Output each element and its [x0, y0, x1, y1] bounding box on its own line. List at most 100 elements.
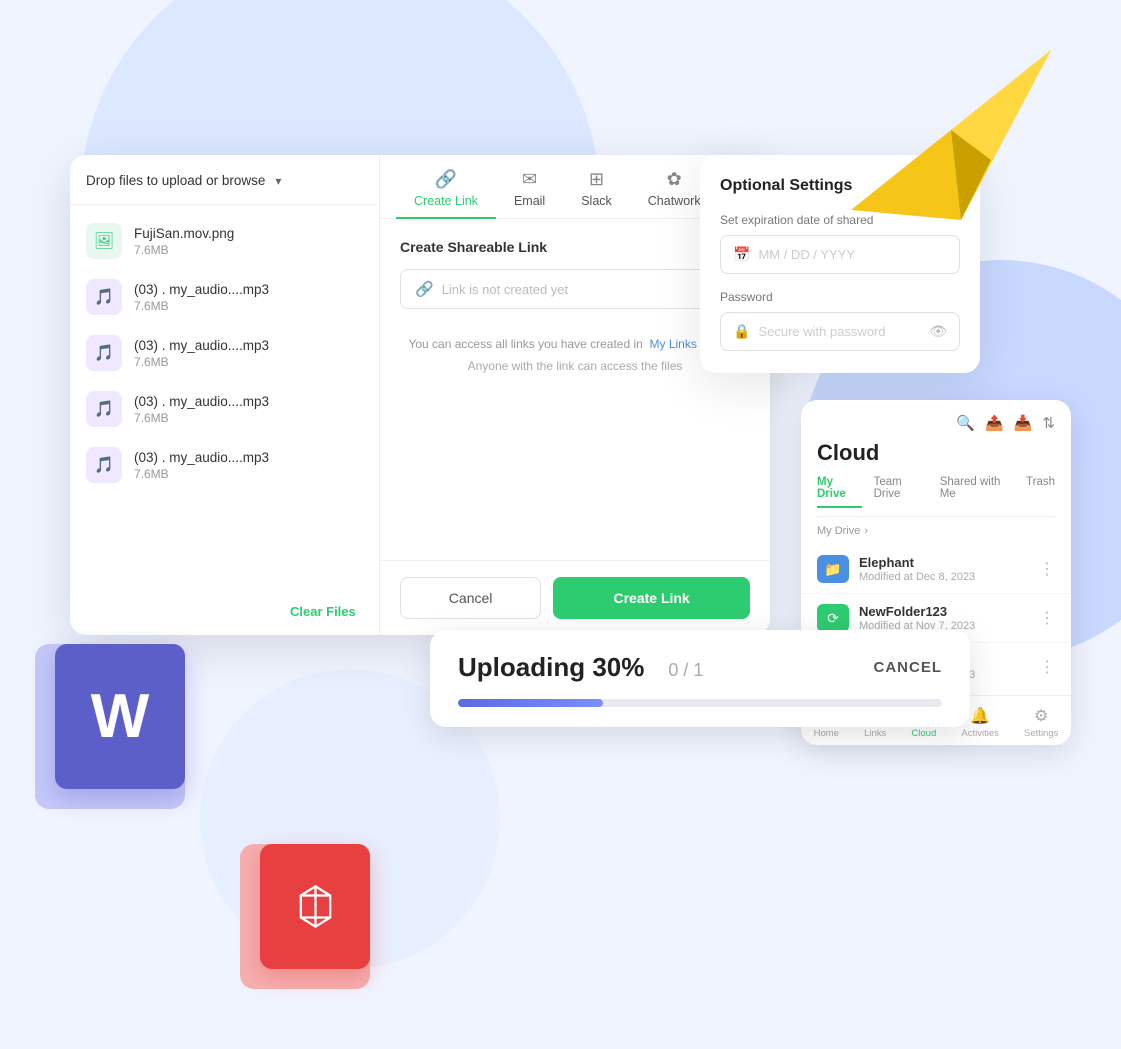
anyone-access-text: Anyone with the link can access the file… — [400, 359, 750, 373]
password-section: Password 🔒 Secure with password 👁 — [720, 290, 960, 351]
file-size: 7.6MB — [134, 411, 363, 425]
cloud-nav-settings[interactable]: ⚙ Settings — [1024, 706, 1058, 739]
cloud-search-icon[interactable]: 🔍 — [956, 414, 975, 432]
tab-label-email: Email — [514, 194, 545, 208]
password-label: Password — [720, 290, 960, 304]
file-size: 7.6MB — [134, 299, 363, 313]
pdf-file-icon — [260, 844, 370, 969]
cloud-tab-team-drive[interactable]: Team Drive — [874, 476, 928, 508]
file-name: (03) . my_audio....mp3 — [134, 282, 363, 297]
file-info: (03) . my_audio....mp3 7.6MB — [134, 394, 363, 425]
cloud-folder-info: Elephant Modified at Dec 8, 2023 — [859, 555, 1029, 583]
file-type-icon: 🎵 — [86, 447, 122, 483]
link-input-box[interactable]: 🔗 Link is not created yet — [400, 269, 750, 309]
file-size: 7.6MB — [134, 243, 363, 257]
modal-footer: Cancel Create Link — [380, 560, 770, 635]
clear-files-button[interactable]: Clear Files — [290, 604, 356, 619]
create-link-button[interactable]: Create Link — [553, 577, 750, 619]
tab-slack[interactable]: ⊞ Slack — [563, 155, 630, 218]
eye-icon[interactable]: 👁 — [929, 323, 947, 340]
cloud-tab-my-drive[interactable]: My Drive — [817, 476, 862, 508]
file-info: FujiSan.mov.png 7.6MB — [134, 226, 363, 257]
upload-top: Uploading 30% 0 / 1 CANCEL — [458, 652, 942, 683]
cloud-tab-trash[interactable]: Trash — [1026, 476, 1055, 508]
cloud-folder-icon: 📁 — [817, 555, 849, 583]
tab-icon-chatwork: ✿ — [667, 169, 682, 190]
file-item: 🎵 (03) . my_audio....mp3 7.6MB — [70, 269, 379, 325]
file-item: 🎵 (03) . my_audio....mp3 7.6MB — [70, 381, 379, 437]
cloud-breadcrumb: My Drive › — [801, 517, 1071, 545]
password-input-box[interactable]: 🔒 Secure with password 👁 — [720, 312, 960, 351]
upload-card: Uploading 30% 0 / 1 CANCEL — [430, 630, 970, 727]
cloud-nav-label-settings: Settings — [1024, 728, 1058, 739]
cloud-nav-icon-activities: 🔔 — [970, 706, 990, 726]
file-name: (03) . my_audio....mp3 — [134, 450, 363, 465]
file-type-icon: 🎵 — [86, 391, 122, 427]
chevron-down-icon[interactable]: ▾ — [275, 174, 281, 188]
cloud-folder-date: Modified at Dec 8, 2023 — [859, 571, 1029, 583]
file-name: (03) . my_audio....mp3 — [134, 338, 363, 353]
cloud-nav-label-home: Home — [814, 728, 839, 739]
tab-email[interactable]: ✉ Email — [496, 155, 563, 218]
cloud-tabs: My Drive Team Drive Shared with Me Trash — [817, 476, 1055, 517]
progress-bar-fill — [458, 699, 603, 707]
date-input-box[interactable]: 📅 MM / DD / YYYY — [720, 235, 960, 274]
file-size: 7.6MB — [134, 467, 363, 481]
cloud-folder-name: Elephant — [859, 555, 1029, 570]
cloud-extra-more-icon[interactable]: ⋮ — [1039, 657, 1055, 677]
upload-title: Uploading 30% — [458, 652, 644, 683]
tab-icon-email: ✉ — [522, 169, 537, 190]
drop-files-label: Drop files to upload or browse — [86, 173, 265, 188]
cloud-download-icon[interactable]: 📥 — [1014, 414, 1033, 432]
my-links-link[interactable]: My Links — [650, 337, 697, 351]
main-modal: Drop files to upload or browse ▾ 🖼 FujiS… — [70, 155, 770, 635]
file-item: 🎵 (03) . my_audio....mp3 7.6MB — [70, 437, 379, 493]
cloud-folder-name: NewFolder123 — [859, 604, 1029, 619]
cloud-sort-icon[interactable]: ⇅ — [1042, 414, 1055, 432]
cloud-nav-label-activities: Activities — [961, 728, 998, 739]
cloud-more-icon[interactable]: ⋮ — [1039, 608, 1055, 628]
file-panel-header: Drop files to upload or browse ▾ — [70, 155, 379, 205]
lock-icon: 🔒 — [733, 323, 750, 340]
file-type-icon: 🎵 — [86, 335, 122, 371]
tab-icon-slack: ⊞ — [589, 169, 604, 190]
cloud-more-icon[interactable]: ⋮ — [1039, 559, 1055, 579]
upload-cancel-button[interactable]: CANCEL — [874, 659, 943, 676]
cloud-card-header: 🔍 📤 📥 ⇅ Cloud My Drive Team Drive Shared w… — [801, 400, 1071, 517]
cloud-nav-label-cloud: Cloud — [911, 728, 936, 739]
cancel-button[interactable]: Cancel — [400, 577, 541, 619]
tab-label-chatwork: Chatwork — [648, 194, 701, 208]
paper-plane-icon — [841, 30, 1061, 230]
file-type-icon: 🎵 — [86, 279, 122, 315]
cloud-folder-icon: ⟳ — [817, 604, 849, 632]
password-placeholder: Secure with password — [758, 324, 921, 339]
cloud-tab-shared-with-me[interactable]: Shared with Me — [940, 476, 1014, 508]
cloud-folder-item: 📁 Elephant Modified at Dec 8, 2023 ⋮ — [801, 545, 1071, 594]
tab-icon-create-link: 🔗 — [435, 169, 457, 190]
upload-count: 0 / 1 — [668, 660, 703, 681]
cloud-nav-icon-settings: ⚙ — [1034, 706, 1048, 726]
word-icon-letter: W — [91, 681, 150, 752]
cloud-upload-icon[interactable]: 📤 — [985, 414, 1004, 432]
link-placeholder: Link is not created yet — [442, 282, 568, 297]
tab-create-link[interactable]: 🔗 Create Link — [396, 155, 496, 218]
cloud-nav-label-links: Links — [864, 728, 886, 739]
cloud-title: Cloud — [817, 440, 1055, 466]
file-item: 🖼 FujiSan.mov.png 7.6MB — [70, 213, 379, 269]
file-panel: Drop files to upload or browse ▾ 🖼 FujiS… — [70, 155, 380, 635]
file-name: FujiSan.mov.png — [134, 226, 363, 241]
tab-label-slack: Slack — [581, 194, 612, 208]
create-link-title: Create Shareable Link — [400, 239, 750, 255]
cloud-toolbar: 🔍 📤 📥 ⇅ — [817, 414, 1055, 432]
cloud-folder-info: NewFolder123 Modified at Nov 7, 2023 — [859, 604, 1029, 632]
file-name: (03) . my_audio....mp3 — [134, 394, 363, 409]
link-icon: 🔗 — [415, 280, 434, 298]
date-placeholder: MM / DD / YYYY — [758, 247, 947, 262]
calendar-icon: 📅 — [733, 246, 750, 263]
file-info: (03) . my_audio....mp3 7.6MB — [134, 282, 363, 313]
info-text: You can access all links you have create… — [400, 337, 750, 351]
file-info: (03) . my_audio....mp3 7.6MB — [134, 338, 363, 369]
file-list: 🖼 FujiSan.mov.png 7.6MB 🎵 (03) . my_audi… — [70, 205, 379, 501]
progress-bar-background — [458, 699, 942, 707]
tab-label-create-link: Create Link — [414, 194, 478, 208]
